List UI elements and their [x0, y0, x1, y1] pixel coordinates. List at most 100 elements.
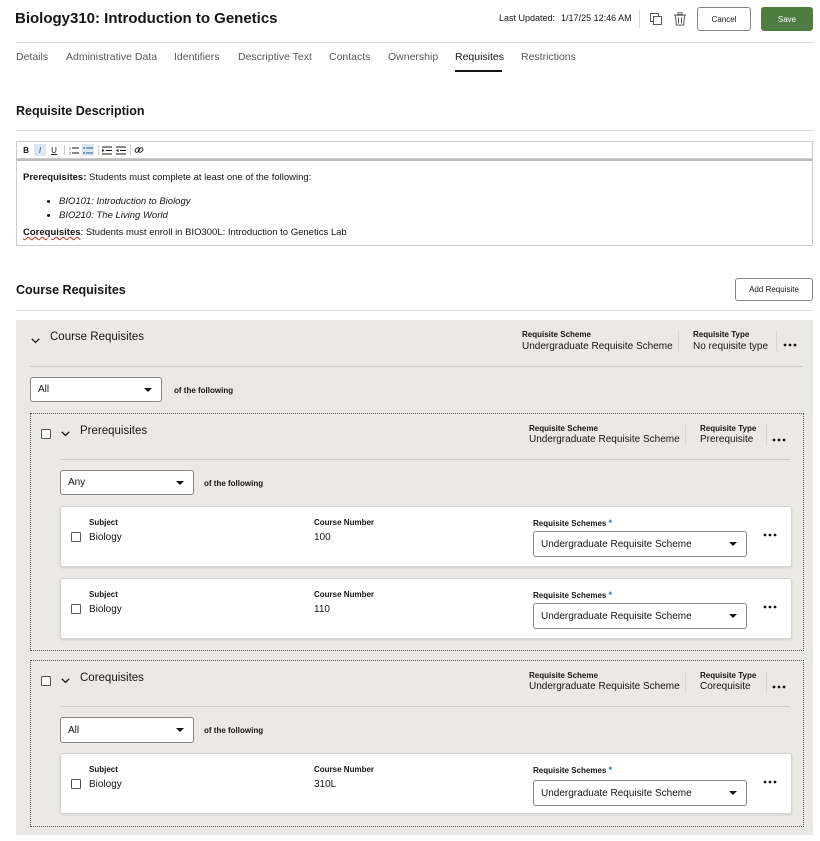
corequisites-operator-select[interactable]: All: [60, 717, 194, 743]
corequisites-operator-value: All: [68, 724, 80, 736]
requisite-type-value: Prerequisite: [700, 434, 754, 445]
cancel-button[interactable]: Cancel: [697, 7, 751, 31]
tab-restrictions[interactable]: Restrictions: [521, 51, 576, 63]
requisite-scheme-select[interactable]: Undergraduate Requisite Scheme: [533, 780, 747, 806]
link-button[interactable]: [133, 144, 145, 156]
delete-button[interactable]: [672, 11, 688, 27]
requisite-scheme-select-value: Undergraduate Requisite Scheme: [541, 610, 692, 622]
corequisites-group: Corequisites Requisite Scheme Undergradu…: [30, 660, 804, 827]
group-collapse-toggle[interactable]: [30, 336, 40, 346]
tab-ownership[interactable]: Ownership: [388, 51, 438, 63]
editor-toolbar: B I U 1 2: [16, 141, 813, 159]
section-divider: [16, 130, 813, 131]
tab-contacts[interactable]: Contacts: [329, 51, 370, 63]
page-title: Biology310: Introduction to Genetics: [15, 10, 278, 27]
required-indicator: *: [608, 518, 613, 528]
course-more-actions[interactable]: [763, 600, 777, 609]
bullet-list-button[interactable]: [82, 144, 94, 156]
requisite-scheme-select[interactable]: Undergraduate Requisite Scheme: [533, 603, 747, 629]
course-requisites-title: Course Requisites: [16, 283, 126, 297]
active-tab-indicator: [455, 70, 502, 72]
prerequisites-line: Prerequisites: Students must complete at…: [23, 172, 311, 183]
add-requisite-button[interactable]: Add Requisite: [735, 278, 813, 301]
outdent-icon: [116, 146, 126, 154]
group-more-actions[interactable]: [783, 338, 797, 347]
course-checkbox[interactable]: [71, 604, 81, 614]
prerequisites-operator-select[interactable]: Any: [60, 470, 194, 495]
course-checkbox[interactable]: [71, 779, 81, 789]
of-the-following-label: of the following: [204, 726, 264, 735]
tab-details[interactable]: Details: [16, 51, 48, 63]
tab-administrative-data[interactable]: Administrative Data: [66, 51, 157, 63]
last-updated-label: Last Updated:: [499, 13, 556, 23]
bold-button[interactable]: B: [20, 144, 32, 156]
save-button[interactable]: Save: [761, 7, 813, 31]
course-requisite-card: Subject Biology Course Number 310L Requi…: [60, 753, 792, 814]
caret-down-icon: [729, 614, 737, 618]
corequisites-more-actions[interactable]: [772, 680, 786, 689]
prerequisites-checkbox[interactable]: [41, 429, 51, 439]
prerequisite-bullet-list: BIO101: Introduction to Biology BIO210: …: [47, 195, 191, 223]
duplicate-button[interactable]: [648, 11, 664, 27]
requisite-type-label: Requisite Type: [693, 330, 750, 339]
requisite-schemes-label-text: Requisite Schemes: [533, 591, 607, 600]
requisite-type-label: Requisite Type: [700, 424, 757, 433]
prerequisites-collapse-toggle[interactable]: [60, 429, 70, 439]
ordered-list-button[interactable]: 1 2: [68, 144, 80, 156]
course-checkbox[interactable]: [71, 532, 81, 542]
course-number-label: Course Number: [314, 765, 375, 774]
course-number-value: 100: [314, 532, 331, 543]
prerequisites-group: Prerequisites Requisite Scheme Undergrad…: [30, 413, 804, 651]
group-operator-select[interactable]: All: [30, 377, 162, 402]
header-divider-line: [16, 42, 813, 43]
corequisites-line: Corequisites: Students must enroll in BI…: [23, 227, 347, 238]
prerequisites-label: Prerequisites:: [23, 172, 87, 183]
tab-requisites[interactable]: Requisites: [455, 51, 504, 63]
more-horizontal-icon: [772, 685, 786, 689]
requisite-description-editor[interactable]: Prerequisites: Students must complete at…: [16, 159, 813, 246]
svg-text:2: 2: [69, 151, 71, 155]
italic-button[interactable]: I: [34, 144, 46, 156]
chevron-down-icon: [60, 431, 70, 437]
outdent-button[interactable]: [115, 144, 127, 156]
corequisites-collapse-toggle[interactable]: [60, 676, 70, 686]
requisite-type-value: Corequisite: [700, 681, 751, 692]
more-horizontal-icon: [783, 343, 797, 347]
prerequisites-text: Students must complete at least one of t…: [89, 172, 312, 183]
meta-divider: [766, 671, 767, 693]
requisite-type-value: No requisite type: [693, 341, 769, 352]
course-number-value: 310L: [314, 779, 337, 790]
requisite-scheme-value: Undergraduate Requisite Scheme: [529, 434, 680, 445]
requisite-scheme-select[interactable]: Undergraduate Requisite Scheme: [533, 531, 747, 557]
bullet-list-icon: [83, 146, 93, 154]
more-horizontal-icon: [763, 533, 777, 537]
course-number-label: Course Number: [314, 590, 375, 599]
last-updated-value: 1/17/25 12:46 AM: [561, 13, 632, 23]
course-requisite-card: Subject Biology Course Number 110 Requis…: [60, 578, 792, 639]
prerequisites-more-actions[interactable]: [772, 433, 786, 442]
requisite-description-title: Requisite Description: [16, 104, 145, 118]
underline-button[interactable]: U: [48, 144, 60, 156]
course-more-actions[interactable]: [763, 775, 777, 784]
of-the-following-label: of the following: [204, 479, 264, 488]
chevron-down-icon: [30, 338, 40, 344]
indent-button[interactable]: [101, 144, 113, 156]
corequisites-title: Corequisites: [80, 672, 144, 684]
requisite-type-label: Requisite Type: [700, 671, 757, 680]
more-horizontal-icon: [763, 780, 777, 784]
required-indicator: *: [608, 765, 613, 775]
subject-value: Biology: [89, 604, 122, 615]
course-requisite-card: Subject Biology Course Number 100 Requis…: [60, 506, 792, 567]
of-the-following-label: of the following: [174, 386, 234, 395]
prerequisites-operator-value: Any: [68, 477, 86, 488]
tab-identifiers[interactable]: Identifiers: [174, 51, 220, 63]
tab-descriptive-text[interactable]: Descriptive Text: [238, 51, 312, 63]
corequisites-checkbox[interactable]: [41, 676, 51, 686]
list-item: BIO101: Introduction to Biology: [59, 195, 191, 209]
section-divider: [16, 310, 813, 311]
subject-label: Subject: [89, 590, 118, 599]
corequisites-label: Corequisites: [23, 227, 81, 238]
meta-divider: [685, 671, 686, 693]
course-more-actions[interactable]: [763, 528, 777, 537]
course-number-label: Course Number: [314, 518, 375, 527]
